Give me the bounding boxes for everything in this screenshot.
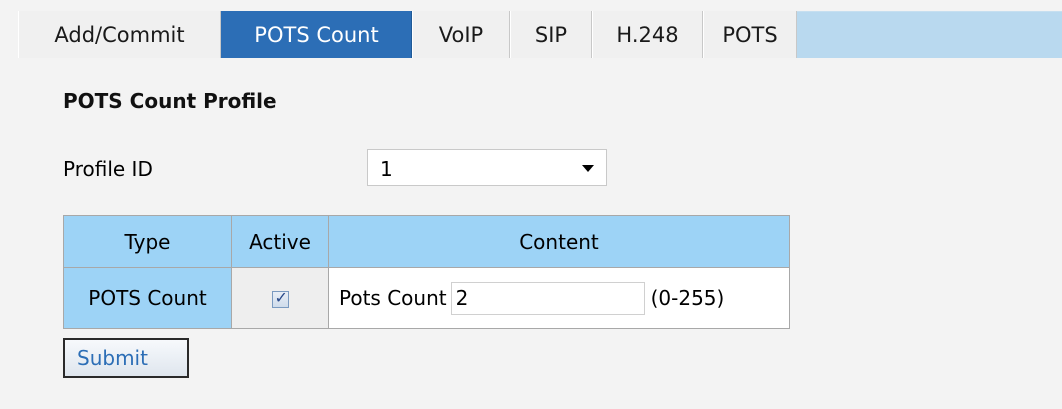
chevron-down-icon: [582, 165, 594, 172]
profile-id-value: 1: [380, 157, 393, 181]
checkbox-checked-icon: ✓: [274, 287, 288, 307]
header-content: Content: [328, 215, 790, 268]
active-checkbox[interactable]: ✓: [271, 287, 289, 308]
submit-button[interactable]: Submit: [63, 338, 189, 378]
tab-pots-count[interactable]: POTS Count: [221, 11, 412, 58]
tab-pots[interactable]: POTS: [703, 11, 797, 58]
row-content: Pots Count (0-255): [328, 267, 790, 329]
table-row: POTS Count ✓ Pots Count (0-255): [63, 267, 790, 329]
tab-voip[interactable]: VoIP: [412, 11, 510, 58]
page: Add/Commit POTS Count VoIP SIP H.248 POT…: [0, 0, 1062, 409]
pots-count-label: Pots Count: [339, 286, 447, 310]
pots-count-input[interactable]: [450, 281, 645, 315]
tab-h248[interactable]: H.248: [592, 11, 703, 58]
pots-count-range: (0-255): [650, 286, 725, 310]
profile-id-label: Profile ID: [63, 157, 153, 181]
profile-id-select[interactable]: 1: [367, 149, 607, 186]
tab-add-commit[interactable]: Add/Commit: [18, 11, 221, 58]
header-active: Active: [231, 215, 329, 268]
tab-list: Add/Commit POTS Count VoIP SIP H.248 POT…: [18, 11, 797, 58]
header-type: Type: [63, 215, 232, 268]
table-header-row: Type Active Content: [63, 215, 790, 268]
content-wrap: Pots Count (0-255): [329, 268, 789, 328]
page-title: POTS Count Profile: [63, 89, 277, 113]
row-type: POTS Count: [63, 267, 232, 329]
row-active: ✓: [231, 267, 329, 329]
profile-table: Type Active Content POTS Count ✓ Pots Co…: [63, 215, 790, 329]
tab-sip[interactable]: SIP: [510, 11, 592, 58]
